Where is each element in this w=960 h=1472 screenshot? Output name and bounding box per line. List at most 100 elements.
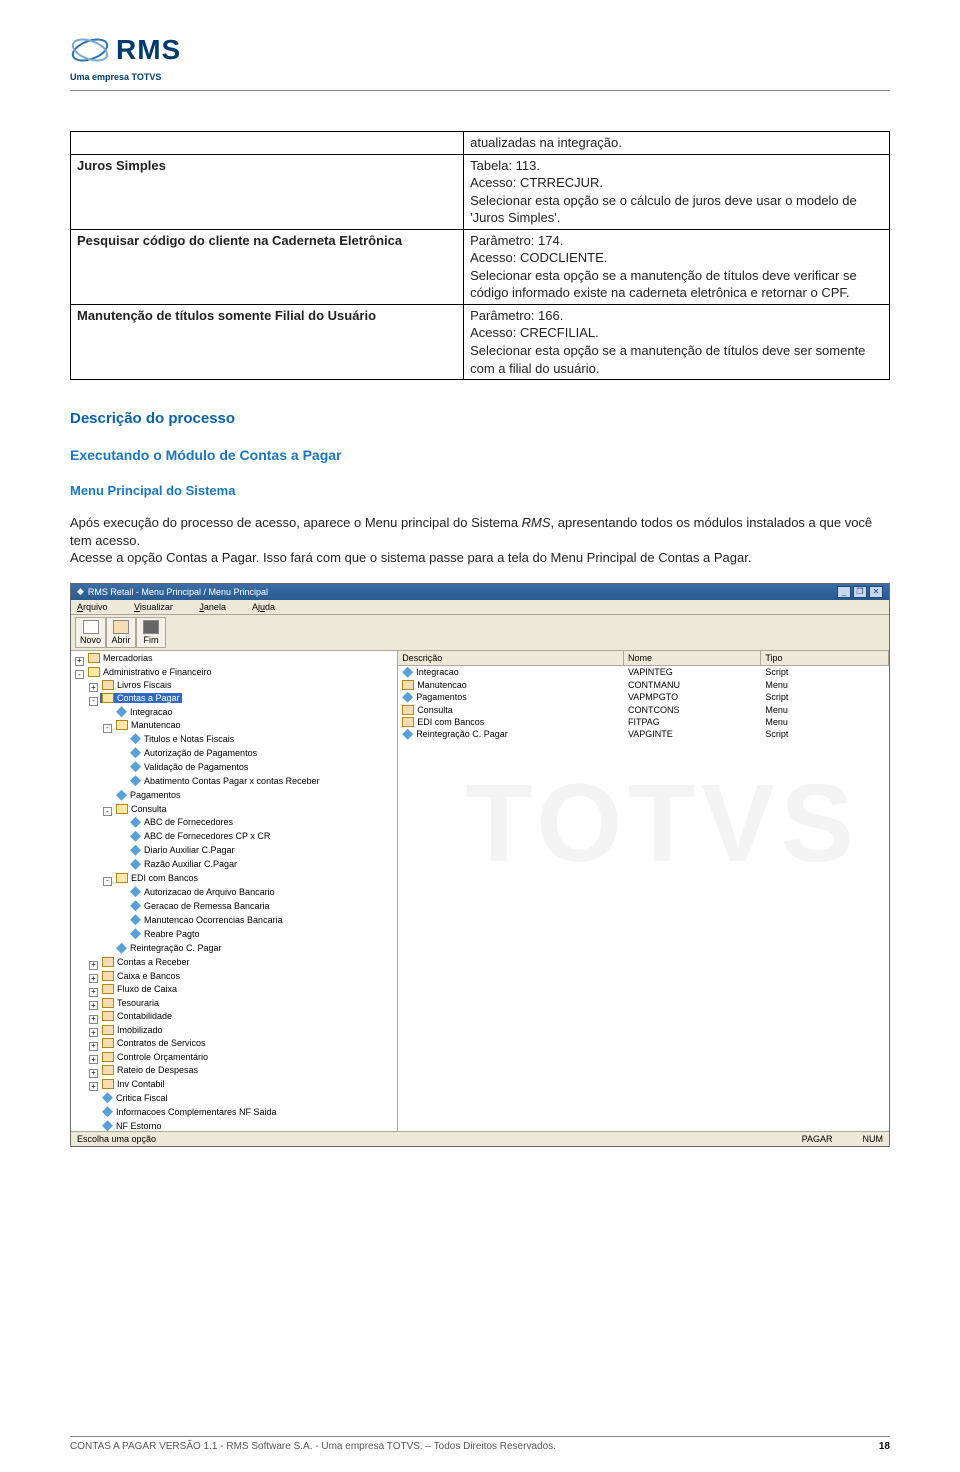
- col-header-nome[interactable]: Nome: [624, 651, 761, 665]
- tree-pane[interactable]: +Mercadorias-Administrativo e Financeiro…: [71, 651, 398, 1131]
- expand-icon[interactable]: +: [89, 974, 98, 983]
- menu-arquivo[interactable]: Arquivo: [77, 602, 120, 612]
- table-cell-right: Parâmetro: 166.Acesso: CRECFILIAL.Seleci…: [464, 304, 890, 379]
- collapse-icon[interactable]: -: [103, 877, 112, 886]
- table-cell-left: Juros Simples: [71, 154, 464, 229]
- folder-icon: [402, 680, 414, 690]
- tree-node[interactable]: Contas a Receber: [100, 957, 192, 967]
- collapse-icon[interactable]: -: [103, 724, 112, 733]
- close-button[interactable]: ✕: [869, 586, 883, 598]
- tree-node[interactable]: Geracao de Remessa Bancaria: [128, 900, 272, 911]
- tree-spacer: [117, 888, 126, 897]
- tree-node[interactable]: Livros Fiscais: [100, 680, 174, 690]
- menu-ajuda[interactable]: Ajuda: [252, 602, 287, 612]
- tree-node[interactable]: Caixa e Bancos: [100, 971, 182, 981]
- script-icon: [130, 886, 141, 897]
- folder-icon: [102, 693, 114, 703]
- tree-node[interactable]: ABC de Fornecedores: [128, 817, 235, 828]
- toolbar-fim-button[interactable]: Fim: [136, 617, 166, 648]
- tree-node[interactable]: Consulta: [114, 804, 169, 814]
- script-icon: [130, 859, 141, 870]
- tree-node[interactable]: Manutencao Ocorrencias Bancaria: [128, 914, 285, 925]
- list-item[interactable]: ManutencaoCONTMANUMenu: [398, 679, 889, 691]
- tree-node[interactable]: Abatimento Contas Pagar x contas Receber: [128, 775, 322, 786]
- tree-node-label: Administrativo e Financeiro: [103, 667, 212, 677]
- expand-icon[interactable]: +: [89, 1028, 98, 1037]
- tree-node[interactable]: Imobilizado: [100, 1025, 165, 1035]
- tree-node-label: Livros Fiscais: [117, 680, 172, 690]
- collapse-icon[interactable]: -: [75, 670, 84, 679]
- expand-icon[interactable]: +: [89, 1069, 98, 1078]
- tree-node-label: Autorizacao de Arquivo Bancario: [144, 887, 275, 897]
- tree-node-label: Rateio de Despesas: [117, 1065, 198, 1075]
- tree-node[interactable]: Informacoes Complementares NF Saida: [100, 1106, 279, 1117]
- tree-node[interactable]: Fluxo de Caixa: [100, 984, 179, 994]
- tree-node[interactable]: Reabre Pagto: [128, 928, 202, 939]
- tree-node[interactable]: Autorização de Pagamentos: [128, 747, 259, 758]
- list-item[interactable]: Reintegração C. PagarVAPGINTEScript: [398, 728, 889, 741]
- list-item[interactable]: EDI com BancosFITPAGMenu: [398, 716, 889, 728]
- tree-node[interactable]: Administrativo e Financeiro: [86, 667, 214, 677]
- table-cell-left: Manutenção de títulos somente Filial do …: [71, 304, 464, 379]
- script-icon: [130, 775, 141, 786]
- tree-node-label: NF Estorno: [116, 1121, 162, 1131]
- table-cell-right: Tabela: 113.Acesso: CTRRECJUR.Selecionar…: [464, 154, 890, 229]
- tree-node[interactable]: Tesouraria: [100, 998, 161, 1008]
- tree-spacer: [117, 847, 126, 856]
- tree-node[interactable]: Rateio de Despesas: [100, 1065, 200, 1075]
- col-header-descricao[interactable]: Descrição: [398, 651, 624, 665]
- tree-node[interactable]: Reintegração C. Pagar: [114, 943, 224, 954]
- maximize-button[interactable]: ❐: [853, 586, 867, 598]
- folder-icon: [116, 804, 128, 814]
- expand-icon[interactable]: +: [89, 683, 98, 692]
- list-item[interactable]: PagamentosVAPMPGTOScript: [398, 691, 889, 704]
- tree-node[interactable]: ABC de Fornecedores CP x CR: [128, 831, 272, 842]
- collapse-icon[interactable]: -: [89, 697, 98, 706]
- expand-icon[interactable]: +: [89, 1082, 98, 1091]
- tree-node[interactable]: Validação de Pagamentos: [128, 761, 250, 772]
- tree-spacer: [117, 749, 126, 758]
- tree-node[interactable]: Titulos e Notas Fiscais: [128, 733, 236, 744]
- toolbar-novo-button[interactable]: Novo: [75, 617, 106, 648]
- expand-icon[interactable]: +: [89, 1055, 98, 1064]
- tree-node-label: Contabilidade: [117, 1011, 172, 1021]
- tree-node[interactable]: Mercadorias: [86, 653, 155, 663]
- folder-icon: [102, 1011, 114, 1021]
- expand-icon[interactable]: +: [75, 657, 84, 666]
- tree-node[interactable]: Pagamentos: [114, 790, 183, 801]
- tree-node[interactable]: Contas a Pagar: [100, 693, 182, 703]
- list-item[interactable]: IntegracaoVAPINTEGScript: [398, 666, 889, 679]
- tree-node[interactable]: Inv Contabil: [100, 1079, 167, 1089]
- tree-node[interactable]: Manutencao: [114, 720, 183, 730]
- tree-node[interactable]: Controle Orçamentário: [100, 1052, 210, 1062]
- page-footer: CONTAS A PAGAR VERSÃO 1.1 - RMS Software…: [70, 1436, 890, 1452]
- tree-node[interactable]: EDI com Bancos: [114, 873, 200, 883]
- paragraph-access: Acesse a opção Contas a Pagar. Isso fará…: [70, 549, 890, 567]
- list-item[interactable]: ConsultaCONTCONSMenu: [398, 704, 889, 716]
- script-icon: [130, 747, 141, 758]
- tree-node[interactable]: Contabilidade: [100, 1011, 174, 1021]
- tree-node[interactable]: Integracao: [114, 706, 175, 717]
- toolbar-abrir-button[interactable]: Abrir: [106, 617, 136, 648]
- tree-node[interactable]: Diario Auxiliar C.Pagar: [128, 845, 237, 856]
- expand-icon[interactable]: +: [89, 961, 98, 970]
- script-icon: [116, 790, 127, 801]
- tree-node[interactable]: Autorizacao de Arquivo Bancario: [128, 886, 277, 897]
- menu-janela[interactable]: Janela: [199, 602, 238, 612]
- tree-node-label: Integracao: [130, 707, 173, 717]
- tree-node[interactable]: Contratos de Servicos: [100, 1038, 208, 1048]
- app-toolbar: Novo Abrir Fim: [71, 615, 889, 651]
- menu-visualizar[interactable]: Visualizar: [134, 602, 185, 612]
- expand-icon[interactable]: +: [89, 1015, 98, 1024]
- tree-node[interactable]: Razão Auxiliar C.Pagar: [128, 859, 239, 870]
- expand-icon[interactable]: +: [89, 988, 98, 997]
- col-header-tipo[interactable]: Tipo: [761, 651, 889, 665]
- tree-node-label: Reabre Pagto: [144, 929, 200, 939]
- tree-node[interactable]: NF Estorno: [100, 1120, 164, 1131]
- expand-icon[interactable]: +: [89, 1042, 98, 1051]
- minimize-button[interactable]: _: [837, 586, 851, 598]
- collapse-icon[interactable]: -: [103, 807, 112, 816]
- heading-executing-module: Executando o Módulo de Contas a Pagar: [70, 447, 890, 463]
- expand-icon[interactable]: +: [89, 1001, 98, 1010]
- tree-node[interactable]: Critica Fiscal: [100, 1092, 170, 1103]
